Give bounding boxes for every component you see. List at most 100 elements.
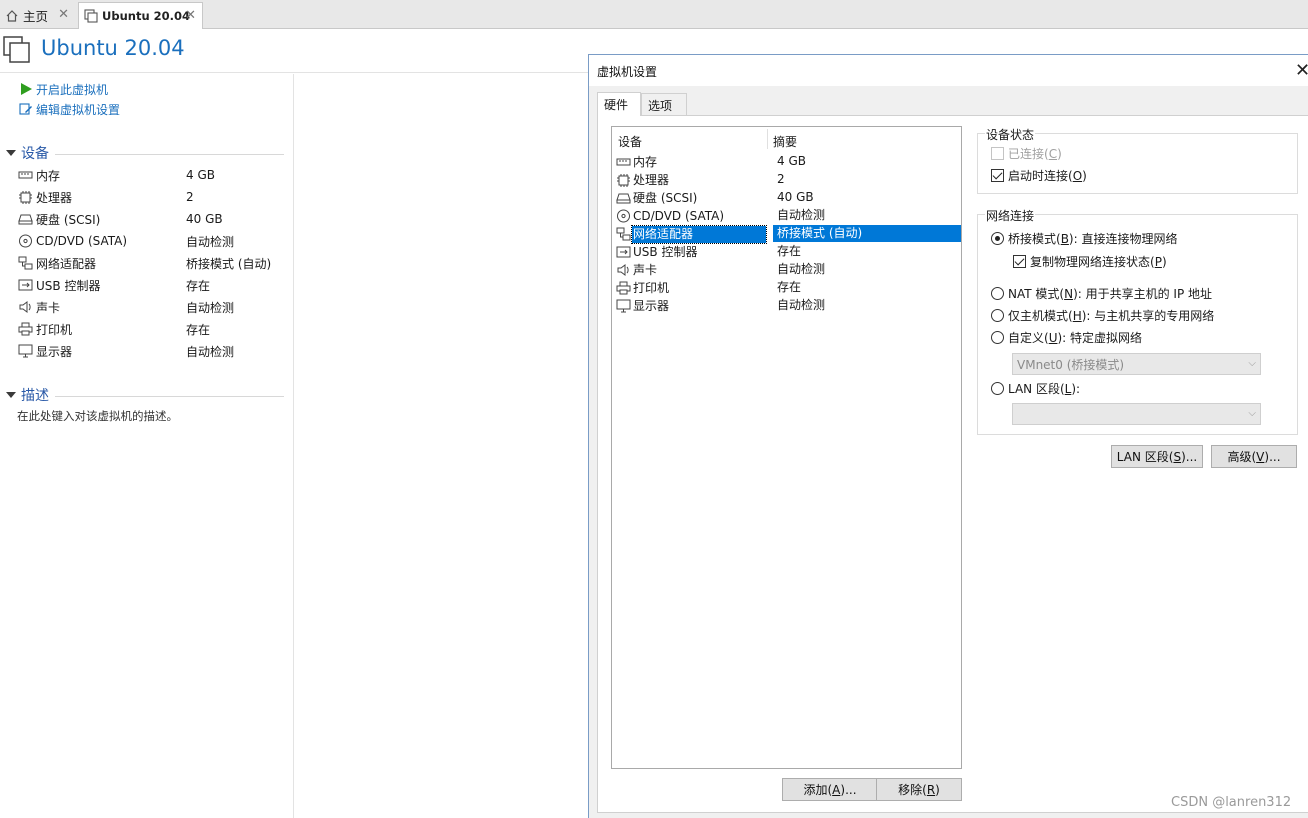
description-text[interactable]: 在此处键入对该虚拟机的描述。 <box>17 408 178 424</box>
connected-checkbox[interactable]: 已连接(C) <box>991 145 1062 162</box>
device-name: 处理器 <box>36 190 73 205</box>
device-list-row[interactable]: USB 控制器 存在 <box>616 243 961 261</box>
device-list-row[interactable]: 网络适配器 桥接模式 (自动) <box>616 224 961 244</box>
lan-segment-select[interactable]: ⌵ <box>1012 403 1261 425</box>
column-separator[interactable] <box>767 129 768 149</box>
device-name: 内存 <box>633 154 658 169</box>
add-device-button[interactable]: 添加(A)... <box>782 778 878 801</box>
dialog-titlebar[interactable]: 虚拟机设置 ✕ <box>589 55 1308 86</box>
processor-icon <box>19 191 32 204</box>
device-row[interactable]: USB 控制器 存在 <box>18 275 288 295</box>
device-row[interactable]: 打印机 存在 <box>18 319 288 339</box>
device-summary: 4 GB <box>777 154 806 168</box>
custom-network-select[interactable]: VMnet0 (桥接模式) ⌵ <box>1012 353 1261 375</box>
device-list-row[interactable]: 声卡 自动检测 <box>616 261 961 279</box>
connect-at-power-on-checkbox[interactable]: 启动时连接(O) <box>991 167 1087 184</box>
hard-disk-icon <box>18 214 33 225</box>
radio-icon <box>991 331 1004 344</box>
devices-section-header[interactable]: 设备 <box>6 143 284 163</box>
usb-icon <box>18 279 33 291</box>
device-row[interactable]: CD/DVD (SATA) 自动检测 <box>18 231 288 251</box>
device-summary: 自动检测 <box>777 298 826 312</box>
device-summary: 自动检测 <box>777 208 826 222</box>
remove-button-text: 移除( <box>898 783 927 797</box>
display-icon <box>616 299 631 313</box>
description-section-header[interactable]: 描述 <box>6 385 284 405</box>
custom-tail: ): 特定虚拟网络 <box>1057 331 1143 345</box>
hardware-device-list[interactable]: 设备 摘要 内存 4 GB 处理器 2 硬盘 (SCSI) 40 GB CD/DVD (SA… <box>611 126 962 769</box>
collapse-arrow-icon <box>6 150 16 156</box>
connected-tail: ) <box>1057 146 1062 161</box>
device-name: 打印机 <box>36 322 73 337</box>
device-row[interactable]: 处理器 2 <box>18 187 288 207</box>
replicate-state-checkbox[interactable]: 复制物理网络连接状态(P) <box>1013 253 1167 270</box>
lan-segments-text: LAN 区段( <box>1116 450 1174 464</box>
nat-radio[interactable]: NAT 模式(N): 用于共享主机的 IP 地址 <box>991 285 1212 302</box>
host-only-text: 仅主机模式( <box>1008 309 1073 323</box>
device-name: 声卡 <box>36 300 61 315</box>
device-list-row[interactable]: 显示器 自动检测 <box>616 297 961 315</box>
device-row[interactable]: 声卡 自动检测 <box>18 297 288 317</box>
processor-icon <box>617 174 630 187</box>
device-name: 处理器 <box>633 172 670 187</box>
lan-segment-radio[interactable]: LAN 区段(L): <box>991 380 1080 397</box>
close-icon[interactable]: ✕ <box>58 7 69 22</box>
replicate-key: P <box>1154 254 1162 269</box>
custom-key: U <box>1048 330 1058 345</box>
device-list-row[interactable]: 硬盘 (SCSI) 40 GB <box>616 189 961 207</box>
device-row[interactable]: 内存 4 GB <box>18 165 288 185</box>
connected-key: C <box>1048 146 1058 161</box>
device-name: 显示器 <box>36 344 73 359</box>
device-summary: 存在 <box>777 280 802 294</box>
remove-button-key: R <box>926 782 936 797</box>
device-row[interactable]: 网络适配器 桥接模式 (自动) <box>18 253 288 273</box>
tab-options[interactable]: 选项 <box>641 93 687 115</box>
device-value: 40 GB <box>186 212 223 226</box>
power-on-action[interactable]: 开启此虚拟机 <box>19 80 108 98</box>
column-header-device[interactable]: 设备 <box>618 133 642 150</box>
nat-tail: ): 用于共享主机的 IP 地址 <box>1073 287 1213 301</box>
display-icon <box>18 344 33 358</box>
close-icon[interactable]: ✕ <box>185 8 196 23</box>
tab-hardware[interactable]: 硬件 <box>597 92 641 116</box>
tab-ubuntu[interactable]: Ubuntu 20.04 ✕ <box>78 2 203 29</box>
column-header-summary[interactable]: 摘要 <box>773 133 797 150</box>
device-name: 内存 <box>36 168 61 183</box>
device-list-row[interactable]: CD/DVD (SATA) 自动检测 <box>616 207 961 225</box>
dialog-title: 虚拟机设置 <box>597 65 658 79</box>
collapse-arrow-icon <box>6 392 16 398</box>
device-list-row[interactable]: 处理器 2 <box>616 171 961 189</box>
lan-segment-key: L <box>1064 381 1072 396</box>
edit-settings-action[interactable]: 编辑虚拟机设置 <box>19 100 120 118</box>
device-list-row[interactable]: 内存 4 GB <box>616 153 961 171</box>
device-list-header: 设备 摘要 <box>612 127 961 151</box>
custom-radio[interactable]: 自定义(U): 特定虚拟网络 <box>991 329 1142 346</box>
tab-home[interactable]: 主页 ✕ <box>0 2 75 29</box>
memory-icon <box>616 158 631 166</box>
lan-segments-button[interactable]: LAN 区段(S)... <box>1111 445 1203 468</box>
bridged-tail: ): 直接连接物理网络 <box>1068 232 1178 246</box>
radio-icon <box>991 287 1004 300</box>
device-list-row[interactable]: 打印机 存在 <box>616 279 961 297</box>
device-name: 网络适配器 <box>36 256 97 271</box>
host-only-radio[interactable]: 仅主机模式(H): 与主机共享的专用网络 <box>991 307 1214 324</box>
advanced-button[interactable]: 高级(V)... <box>1211 445 1297 468</box>
remove-button-tail: ) <box>935 782 940 797</box>
remove-device-button[interactable]: 移除(R) <box>876 778 962 801</box>
device-row[interactable]: 硬盘 (SCSI) 40 GB <box>18 209 288 229</box>
network-adapter-icon <box>616 227 631 241</box>
sound-card-icon <box>617 264 629 276</box>
bridged-text: 桥接模式( <box>1008 232 1061 246</box>
device-row[interactable]: 显示器 自动检测 <box>18 341 288 361</box>
checkbox-checked-icon <box>1013 255 1026 268</box>
radio-selected-icon <box>991 232 1004 245</box>
bridged-radio[interactable]: 桥接模式(B): 直接连接物理网络 <box>991 230 1177 247</box>
close-icon[interactable]: ✕ <box>1295 60 1308 81</box>
replicate-tail: ) <box>1161 254 1167 269</box>
device-name: USB 控制器 <box>36 278 101 293</box>
device-value: 存在 <box>186 278 211 293</box>
bridged-key: B <box>1060 231 1069 246</box>
network-connection-group: 网络连接 桥接模式(B): 直接连接物理网络 复制物理网络连接状态(P) NAT… <box>977 207 1298 435</box>
hard-disk-icon <box>616 193 631 204</box>
usb-icon <box>616 246 631 258</box>
